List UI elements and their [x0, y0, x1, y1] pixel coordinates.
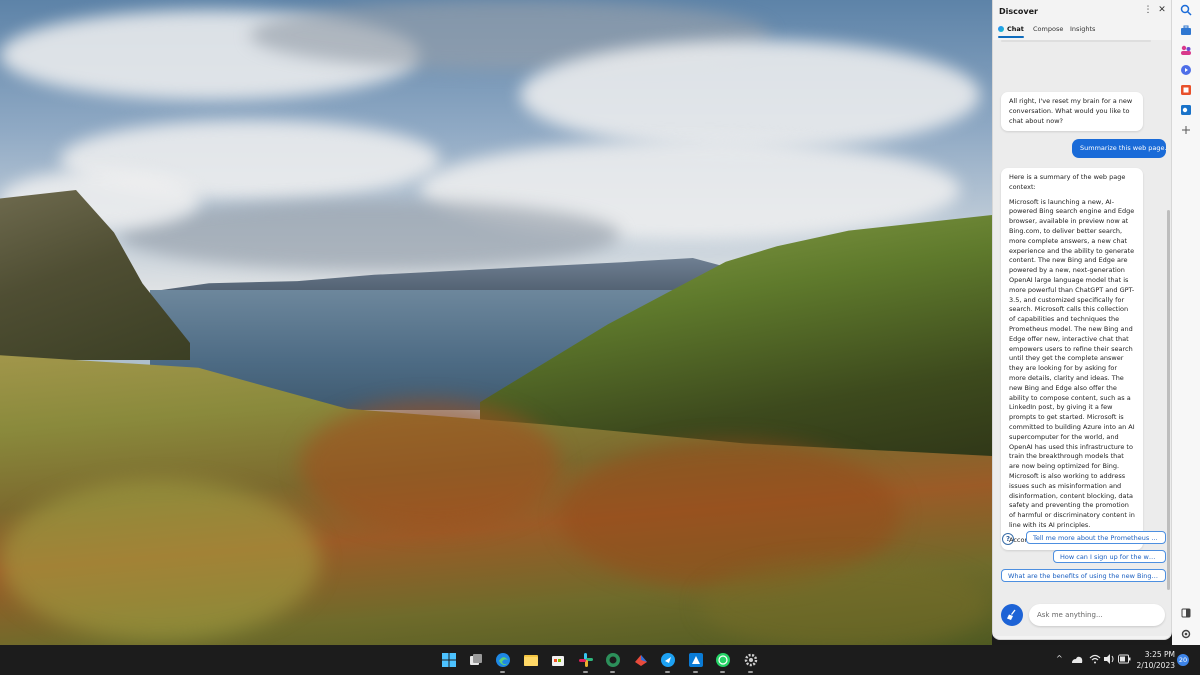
grass-patch	[700, 560, 990, 645]
clock-time: 3:25 PM	[1144, 650, 1175, 659]
slack-icon[interactable]	[578, 652, 594, 668]
office-icon[interactable]	[1180, 84, 1192, 96]
edge-icon[interactable]	[495, 652, 511, 668]
notification-badge[interactable]: 20	[1177, 654, 1189, 666]
running-indicator	[720, 671, 725, 673]
fern-patch	[300, 400, 560, 530]
compose-bar	[999, 602, 1165, 628]
people-icon[interactable]	[1180, 44, 1192, 56]
settings-icon[interactable]	[743, 652, 759, 668]
tab-chat[interactable]: Chat	[998, 25, 1024, 33]
taskbar: ^ 3:25 PM 2/10/2023 20	[0, 645, 1200, 675]
edge-dev-icon[interactable]	[605, 652, 621, 668]
more-options-button[interactable]: ⋮	[1142, 5, 1154, 15]
system-clock[interactable]: 3:25 PM 2/10/2023	[1135, 649, 1175, 671]
chat-scrollbar[interactable]	[1167, 210, 1170, 590]
running-indicator	[665, 671, 670, 673]
grass-patch	[0, 480, 320, 640]
briefcase-icon[interactable]	[1180, 24, 1192, 36]
running-indicator	[583, 671, 588, 673]
new-topic-button[interactable]	[1001, 604, 1023, 626]
cloud	[520, 40, 980, 150]
clock-date: 2/10/2023	[1136, 661, 1175, 670]
panel-title: Discover	[999, 7, 1038, 16]
whatsapp-icon[interactable]	[715, 652, 731, 668]
onedrive-icon[interactable]	[1070, 653, 1084, 667]
running-indicator	[748, 671, 753, 673]
tab-chat-label: Chat	[1007, 25, 1024, 33]
app-icon[interactable]	[633, 652, 649, 668]
suggestion-waitlist[interactable]: How can I sign up for the waitlist?	[1053, 550, 1166, 563]
chat-conversation: All right, I've reset my brain for a new…	[993, 40, 1171, 636]
help-icon[interactable]: ?	[1002, 533, 1014, 545]
previous-message-edge	[1001, 40, 1151, 42]
windows-start-icon[interactable]	[441, 652, 457, 668]
summary-body: Microsoft is launching a new, AI-powered…	[1009, 197, 1135, 529]
tab-insights[interactable]: Insights	[1070, 25, 1095, 33]
wifi-icon[interactable]	[1089, 653, 1101, 665]
running-indicator	[610, 671, 615, 673]
bot-message-reset: All right, I've reset my brain for a new…	[1001, 92, 1143, 132]
games-icon[interactable]	[1180, 64, 1192, 76]
user-message: Summarize this web page.	[1072, 139, 1167, 158]
file-explorer-icon[interactable]	[523, 652, 539, 668]
active-tab-indicator	[998, 36, 1024, 38]
summary-intro: Here is a summary of the web page contex…	[1009, 173, 1126, 191]
discover-panel: Discover ⋮ ✕ Chat Compose Insights All r…	[992, 0, 1172, 640]
panel-header: Discover ⋮ ✕	[993, 0, 1171, 22]
suggestion-benefits[interactable]: What are the benefits of using the new B…	[1001, 569, 1166, 582]
panel-tabs: Chat Compose Insights	[993, 22, 1171, 38]
tab-compose[interactable]: Compose	[1033, 25, 1063, 33]
cloud	[120, 200, 620, 270]
task-view-icon[interactable]	[468, 652, 484, 668]
volume-icon[interactable]	[1103, 653, 1115, 665]
tray-overflow-button[interactable]: ^	[1056, 654, 1063, 663]
app-icon[interactable]	[688, 652, 704, 668]
battery-icon[interactable]	[1118, 654, 1131, 664]
settings-icon[interactable]	[1180, 628, 1192, 640]
app-icon[interactable]	[660, 652, 676, 668]
close-button[interactable]: ✕	[1156, 5, 1168, 15]
desktop-wallpaper	[0, 0, 992, 645]
bot-message-summary: Here is a summary of the web page contex…	[1001, 168, 1143, 551]
suggestion-prometheus[interactable]: Tell me more about the Prometheus model.	[1026, 531, 1166, 544]
running-indicator	[693, 671, 698, 673]
split-view-icon[interactable]	[1180, 607, 1192, 619]
edge-sidebar	[1172, 0, 1200, 645]
search-icon[interactable]	[1180, 4, 1192, 16]
ask-input[interactable]	[1029, 604, 1165, 626]
add-icon[interactable]	[1180, 124, 1192, 136]
broom-icon	[1007, 609, 1016, 620]
running-indicator	[500, 671, 505, 673]
chat-icon	[998, 26, 1004, 32]
microsoft-store-icon[interactable]	[550, 652, 566, 668]
outlook-icon[interactable]	[1180, 104, 1192, 116]
